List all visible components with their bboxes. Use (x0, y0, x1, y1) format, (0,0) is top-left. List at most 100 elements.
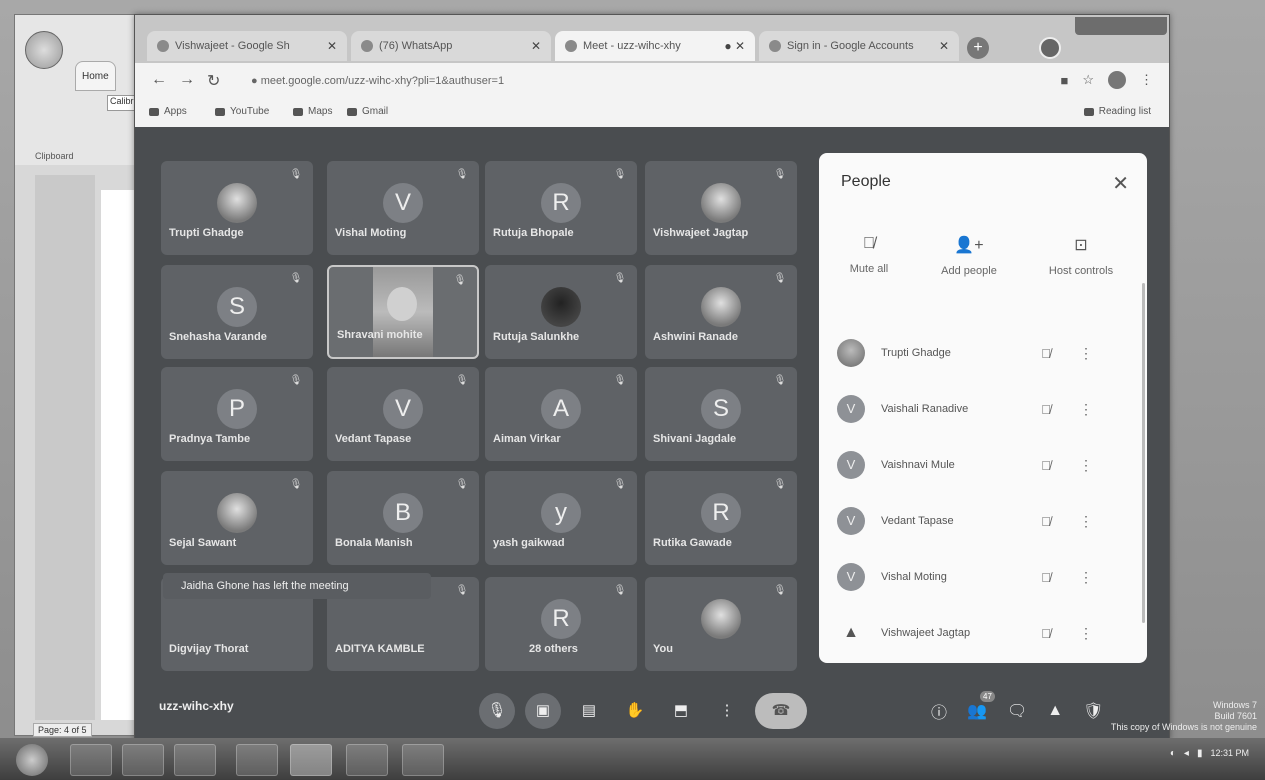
participant-tile[interactable]: 🎙 Trupti Ghadge (161, 161, 313, 255)
participant-tile[interactable]: 🎙 You (645, 577, 797, 671)
participant-tile[interactable]: y 🎙 yash gaikwad (485, 471, 637, 565)
volume-icon[interactable]: ◂ (1184, 748, 1189, 759)
scrollbar[interactable] (1142, 283, 1145, 623)
tab-google-signin[interactable]: Sign in - Google Accounts ✕ (759, 31, 959, 61)
camera-button[interactable]: ▣ (525, 693, 561, 729)
people-list-item[interactable]: V Vedant Tapase 🎙̸ ⋮ (837, 501, 1127, 541)
address-bar[interactable]: ● meet.google.com/uzz-wihc-xhy?pli=1&aut… (239, 69, 1029, 93)
word-window[interactable]: Home Calibri Clipboard Page: 4 of 5 (14, 14, 144, 737)
mic-off-icon[interactable]: 🎙̸ (1031, 626, 1061, 641)
participant-tile[interactable]: R 🎙 Rutuja Bhopale (485, 161, 637, 255)
mic-off-icon[interactable]: 🎙̸ (1031, 402, 1061, 417)
network-icon[interactable]: ◐ (1170, 748, 1176, 759)
reading-list[interactable]: Reading list (1083, 106, 1151, 117)
tab-label: (76) WhatsApp (379, 40, 453, 52)
close-icon[interactable]: ✕ (531, 39, 541, 53)
participant-tile[interactable]: R 🎙 28 others (485, 577, 637, 671)
bookmark-maps[interactable]: Maps (293, 106, 332, 117)
bookmarks-bar: Apps YouTube Maps Gmail Reading list (135, 99, 1169, 128)
participant-name: Trupti Ghadge (169, 227, 244, 239)
reload-icon[interactable]: ↻ (207, 71, 220, 91)
bookmark-apps[interactable]: Apps (149, 106, 187, 117)
clock[interactable]: 12:31 PM (1210, 748, 1249, 759)
close-icon[interactable]: ✕ (327, 39, 337, 53)
window-controls[interactable] (1075, 17, 1167, 35)
add-people-button[interactable]: 👤+ Add people (921, 235, 1017, 277)
meeting-code: uzz-wihc-xhy (159, 699, 234, 713)
more-options-button[interactable]: ⋮ (709, 693, 745, 729)
more-options-icon[interactable]: ⋮ (1079, 513, 1093, 530)
start-button[interactable] (16, 744, 48, 776)
participant-tile[interactable]: S 🎙 Snehasha Varande (161, 265, 313, 359)
participant-name: Rutuja Salunkhe (493, 331, 580, 343)
word-tab-home[interactable]: Home (75, 61, 116, 91)
activities-icon[interactable]: ▲ (1047, 702, 1063, 720)
participant-tile[interactable]: 🎙 Ashwini Ranade (645, 265, 797, 359)
chat-icon[interactable]: 🗨 (1007, 701, 1027, 721)
mic-off-icon[interactable]: 🎙̸ (1031, 570, 1061, 585)
tab-meet[interactable]: Meet - uzz-wihc-xhy ● ✕ (555, 31, 755, 61)
mic-off-icon[interactable]: 🎙̸ (1031, 458, 1061, 473)
tab-sheets[interactable]: Vishwajeet - Google Sh ✕ (147, 31, 347, 61)
taskbar-explorer[interactable] (70, 744, 112, 776)
captions-button[interactable]: ▤ (571, 693, 607, 729)
more-options-icon[interactable]: ⋮ (1079, 625, 1093, 642)
menu-icon[interactable]: ⋮ (1140, 72, 1153, 88)
people-list-item[interactable]: ▲ Vishwajeet Jagtap 🎙̸ ⋮ (837, 613, 1127, 653)
mic-button[interactable]: 🎙 (479, 693, 515, 729)
close-icon[interactable]: ✕ (939, 39, 949, 53)
star-icon[interactable]: ☆ (1082, 72, 1094, 88)
office-button[interactable] (25, 31, 63, 69)
mic-off-icon[interactable]: 🎙̸ (1031, 346, 1061, 361)
profile-icon[interactable] (1108, 71, 1126, 89)
taskbar-chrome[interactable] (290, 744, 332, 776)
taskbar-firefox[interactable] (174, 744, 216, 776)
people-list-item[interactable]: V Vaishali Ranadive 🎙̸ ⋮ (837, 389, 1127, 429)
taskbar-media[interactable] (122, 744, 164, 776)
host-controls-icon[interactable]: 🛡 (1083, 701, 1103, 721)
participant-tile[interactable]: 🎙 Vishwajeet Jagtap (645, 161, 797, 255)
whatsapp-icon (361, 40, 373, 52)
mute-all-button[interactable]: 🎙̸ Mute all (821, 235, 917, 275)
bookmark-youtube[interactable]: YouTube (215, 106, 269, 117)
people-list-item[interactable]: Trupti Ghadge 🎙̸ ⋮ (837, 333, 1127, 373)
profile-avatar[interactable] (1039, 37, 1061, 59)
participant-tile[interactable]: 🎙 Sejal Sawant (161, 471, 313, 565)
participant-tile[interactable]: A 🎙 Aiman Virkar (485, 367, 637, 461)
present-button[interactable]: ⬒ (663, 693, 699, 729)
participant-tile[interactable]: 🎙 Shravani mohite (327, 265, 479, 359)
bookmark-gmail[interactable]: Gmail (347, 106, 388, 117)
taskbar-app[interactable] (236, 744, 278, 776)
info-icon[interactable]: ⓘ (931, 699, 947, 723)
people-list-item[interactable]: V Vishal Moting 🎙̸ ⋮ (837, 557, 1127, 597)
host-controls-button[interactable]: ⊡ Host controls (1033, 235, 1129, 277)
more-options-icon[interactable]: ⋮ (1079, 345, 1093, 362)
more-options-icon[interactable]: ⋮ (1079, 457, 1093, 474)
more-options-icon[interactable]: ⋮ (1079, 401, 1093, 418)
person-name: Vishwajeet Jagtap (881, 627, 971, 639)
participant-tile[interactable]: V 🎙 Vedant Tapase (327, 367, 479, 461)
end-call-button[interactable]: ☎ (755, 693, 807, 729)
new-tab-button[interactable]: + (967, 37, 989, 59)
participant-tile[interactable]: R 🎙 Rutika Gawade (645, 471, 797, 565)
camera-icon[interactable]: ■ (1060, 73, 1068, 88)
close-icon[interactable]: ● ✕ (724, 39, 745, 53)
mic-off-icon[interactable]: 🎙̸ (1031, 514, 1061, 529)
battery-icon[interactable]: ▮ (1197, 748, 1203, 759)
forward-icon[interactable]: → (179, 71, 195, 89)
participant-tile[interactable]: 🎙 Rutuja Salunkhe (485, 265, 637, 359)
tab-whatsapp[interactable]: (76) WhatsApp ✕ (351, 31, 551, 61)
participant-tile[interactable]: V 🎙 Vishal Moting (327, 161, 479, 255)
participant-tile[interactable]: S 🎙 Shivani Jagdale (645, 367, 797, 461)
taskbar-word[interactable] (346, 744, 388, 776)
people-button[interactable]: 👥 47 (967, 691, 995, 721)
close-icon[interactable]: ✕ (1112, 171, 1129, 196)
avatar: V (837, 451, 865, 479)
raise-hand-button[interactable]: ✋ (617, 693, 653, 729)
more-options-icon[interactable]: ⋮ (1079, 569, 1093, 586)
people-list-item[interactable]: V Vaishnavi Mule 🎙̸ ⋮ (837, 445, 1127, 485)
participant-tile[interactable]: P 🎙 Pradnya Tambe (161, 367, 313, 461)
back-icon[interactable]: ← (151, 71, 167, 89)
participant-tile[interactable]: B 🎙 Bonala Manish (327, 471, 479, 565)
taskbar-app-2[interactable] (402, 744, 444, 776)
